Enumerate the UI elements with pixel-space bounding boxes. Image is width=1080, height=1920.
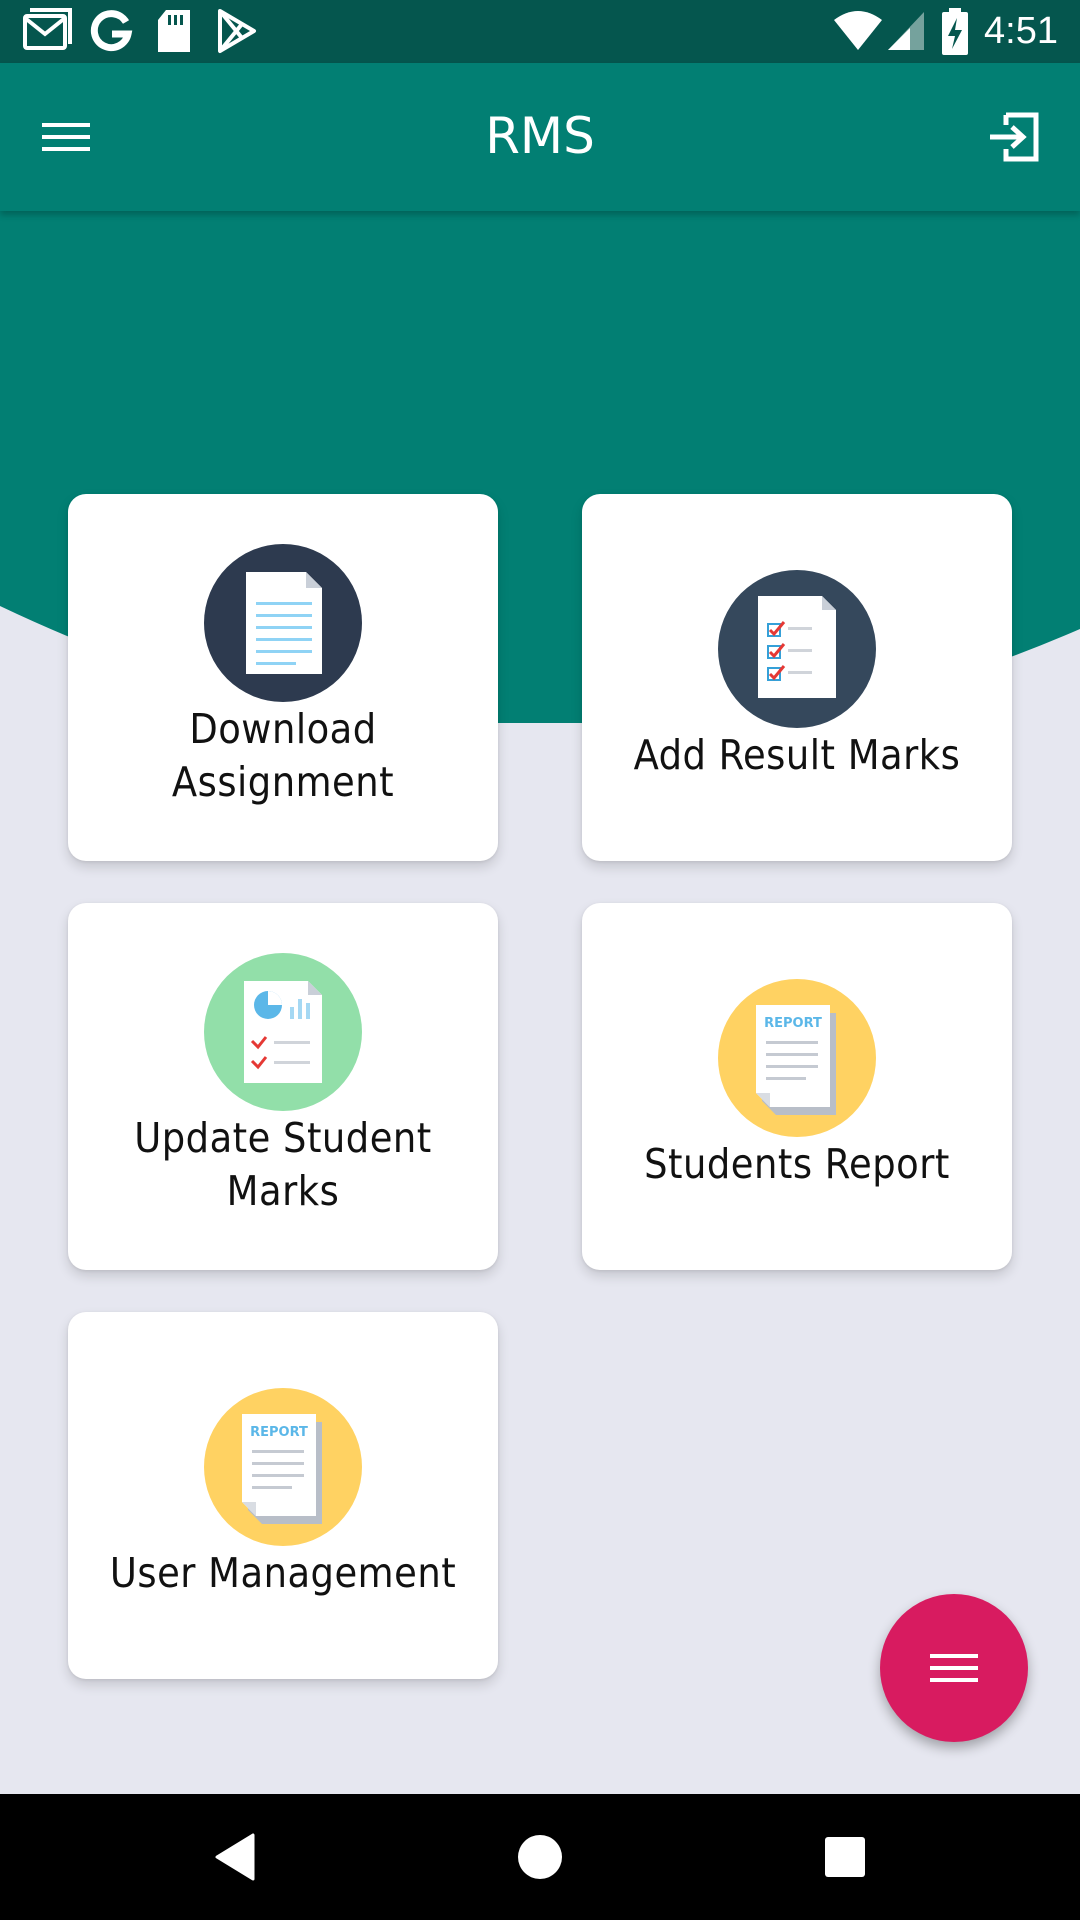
report-icon-text: REPORT [764, 1016, 822, 1031]
report-icon: REPORT [204, 1388, 362, 1546]
report-icon: REPORT [718, 979, 876, 1137]
chart-report-icon [204, 953, 362, 1111]
card-label: Update Student [134, 1114, 432, 1162]
card-label: Marks [226, 1167, 340, 1215]
card-label: Download [189, 705, 377, 753]
cell-signal-icon [888, 12, 924, 50]
card-update-student-marks[interactable]: Update Student Marks [68, 903, 498, 1270]
sd-card-icon [158, 10, 190, 52]
home-icon[interactable] [510, 1827, 570, 1887]
fab-menu-button[interactable] [880, 1594, 1028, 1742]
card-label: Students Report [644, 1140, 950, 1188]
app-bar: RMS [0, 63, 1080, 211]
app-title: RMS [485, 107, 595, 165]
status-bar: 4:51 [0, 0, 1080, 63]
wifi-icon [834, 11, 882, 50]
system-nav-bar [0, 1794, 1080, 1920]
checklist-icon [718, 570, 876, 728]
status-time: 4:51 [984, 10, 1058, 52]
card-label: Add Result Marks [633, 731, 961, 779]
gmail-icon [23, 8, 72, 50]
document-icon [204, 544, 362, 702]
recents-icon[interactable] [815, 1827, 875, 1887]
card-user-management[interactable]: REPORT User Management [68, 1312, 498, 1679]
back-icon[interactable] [205, 1827, 265, 1887]
google-icon [90, 10, 133, 52]
logout-icon[interactable] [984, 109, 1044, 165]
menu-lines-icon [930, 1654, 978, 1682]
report-icon-text: REPORT [250, 1425, 308, 1440]
card-students-report[interactable]: REPORT Students Report [582, 903, 1012, 1270]
card-download-assignment[interactable]: Download Assignment [68, 494, 498, 861]
card-label: Assignment [171, 758, 395, 806]
card-label: User Management [109, 1549, 457, 1597]
battery-charging-icon [942, 8, 968, 55]
play-store-icon [218, 9, 256, 53]
card-add-result-marks[interactable]: Add Result Marks [582, 494, 1012, 861]
